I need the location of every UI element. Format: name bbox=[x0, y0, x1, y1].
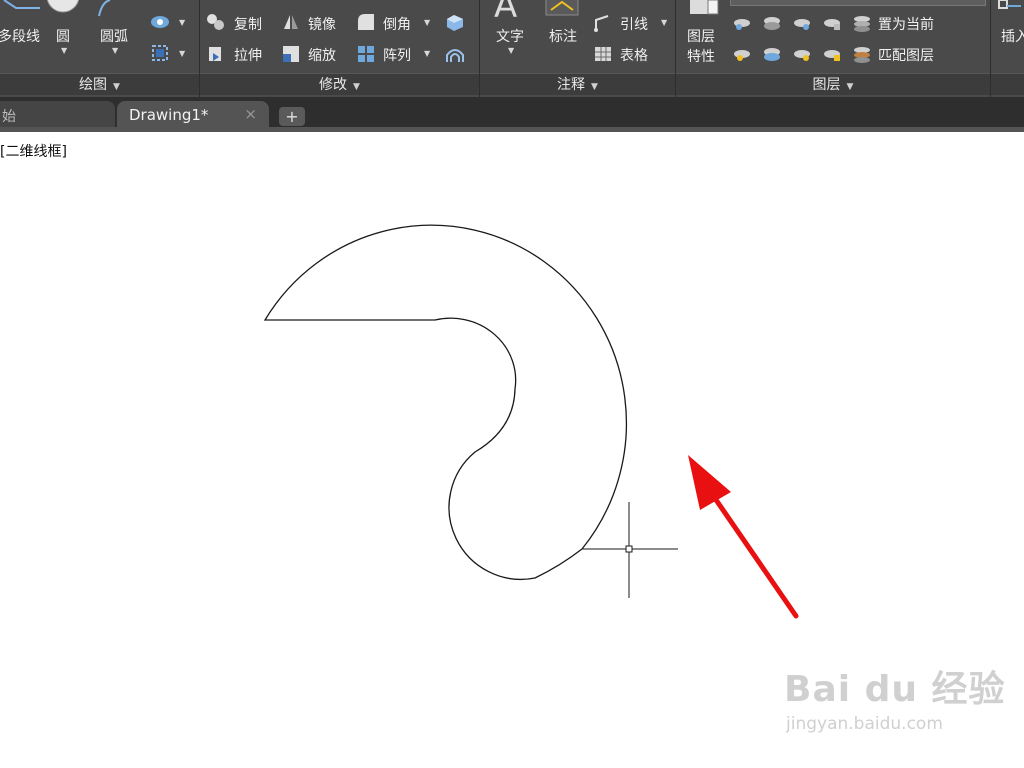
region-icon[interactable] bbox=[150, 43, 172, 63]
ribbon: 多段线 圆 ▼ 圆弧 ▼ ▼ ▼ 绘图 ▼ 复制 镜像 倒角 ▼ 拉伸 缩放 阵… bbox=[0, 0, 1024, 97]
insert-block-icon bbox=[998, 0, 1021, 9]
new-tab-button[interactable]: + bbox=[279, 107, 305, 126]
set-current-icon bbox=[854, 16, 870, 32]
draw-panel: 多段线 圆 ▼ 圆弧 ▼ ▼ ▼ 绘图 ▼ bbox=[0, 0, 200, 97]
array-dropdown-icon[interactable]: ▼ bbox=[424, 49, 430, 58]
baidu-watermark: Bai du 经验 jingyan.baidu.com bbox=[784, 660, 1006, 734]
scale-button[interactable]: 缩放 bbox=[308, 45, 336, 65]
layer-freeze-icon[interactable] bbox=[792, 13, 814, 33]
text-dropdown-icon[interactable]: ▼ bbox=[508, 46, 514, 55]
layer-dropdown[interactable] bbox=[730, 0, 986, 6]
layer-off-icon[interactable] bbox=[732, 13, 754, 33]
layer-isolate-icon[interactable] bbox=[762, 13, 784, 33]
match-layer-icon bbox=[854, 47, 870, 63]
draw-panel-expand-icon: ▼ bbox=[113, 82, 120, 92]
layer-properties-icon bbox=[690, 0, 719, 15]
fillet-button[interactable]: 倒角 bbox=[383, 14, 411, 34]
crosshair-cursor bbox=[582, 502, 678, 598]
annotate-panel-expand-icon: ▼ bbox=[591, 82, 598, 92]
draw-panel-title[interactable]: 绘图 ▼ bbox=[0, 73, 199, 95]
block-panel-title bbox=[991, 73, 1024, 95]
layers-panel-title[interactable]: 图层 ▼ bbox=[676, 73, 990, 95]
leader-icon bbox=[594, 15, 609, 32]
layers-panel: 图层 特性 置为当前 匹配图层 图层 ▼ bbox=[676, 0, 991, 97]
region-dropdown-icon[interactable]: ▼ bbox=[179, 49, 185, 58]
modify-panel-title[interactable]: 修改 ▼ bbox=[200, 73, 479, 95]
annotation-arrow bbox=[688, 455, 799, 619]
array-icon bbox=[358, 46, 374, 62]
drawn-shape[interactable] bbox=[263, 224, 628, 581]
table-button[interactable]: 表格 bbox=[620, 45, 648, 65]
arc-dropdown-icon[interactable]: ▼ bbox=[112, 46, 118, 55]
leader-button[interactable]: 引线 bbox=[620, 14, 648, 34]
layer-unisolate-icon[interactable] bbox=[762, 44, 784, 64]
scale-icon bbox=[283, 46, 299, 62]
watermark-logo-text: Bai du 经验 bbox=[784, 669, 1006, 710]
solid-icon[interactable] bbox=[444, 11, 466, 33]
insert-button[interactable]: 插入 bbox=[1001, 26, 1024, 46]
copy-icon bbox=[207, 14, 224, 30]
mirror-icon bbox=[284, 15, 298, 29]
circle-button[interactable]: 圆 bbox=[56, 26, 70, 46]
offset-icon[interactable] bbox=[444, 43, 466, 65]
layer-properties-button[interactable]: 图层 bbox=[687, 26, 715, 46]
polyline-icon bbox=[3, 0, 40, 9]
mirror-button[interactable]: 镜像 bbox=[308, 14, 336, 34]
layer-unlock-icon[interactable] bbox=[822, 44, 844, 64]
annotate-panel-title[interactable]: 注释 ▼ bbox=[480, 73, 675, 95]
layers-panel-expand-icon: ▼ bbox=[846, 82, 854, 92]
close-tab-icon[interactable]: × bbox=[244, 105, 257, 123]
stretch-icon bbox=[209, 47, 221, 61]
text-icon: A bbox=[494, 0, 518, 26]
tab-start[interactable]: 始 bbox=[0, 101, 115, 129]
block-panel: 插入 bbox=[991, 0, 1024, 97]
set-current-button[interactable]: 置为当前 bbox=[878, 14, 934, 34]
layer-lock-icon[interactable] bbox=[822, 13, 844, 33]
circle-dropdown-icon[interactable]: ▼ bbox=[61, 46, 67, 55]
polyline-button[interactable]: 多段线 bbox=[0, 26, 40, 46]
modify-panel: 复制 镜像 倒角 ▼ 拉伸 缩放 阵列 ▼ 修改 ▼ bbox=[200, 0, 480, 97]
modify-panel-expand-icon: ▼ bbox=[353, 82, 360, 92]
leader-dropdown-icon[interactable]: ▼ bbox=[661, 18, 667, 27]
file-tab-bar: 始 Drawing1* × bbox=[0, 97, 1024, 131]
array-button[interactable]: 阵列 bbox=[383, 45, 411, 65]
circle-icon bbox=[46, 0, 80, 13]
watermark-url: jingyan.baidu.com bbox=[786, 714, 943, 734]
copy-button[interactable]: 复制 bbox=[234, 14, 262, 34]
layer-thaw-icon[interactable] bbox=[792, 44, 814, 64]
dimension-button[interactable]: 标注 bbox=[549, 26, 577, 46]
arc-icon bbox=[98, 0, 111, 17]
hatch-dropdown-icon[interactable]: ▼ bbox=[179, 18, 185, 27]
tab-drawing1[interactable]: Drawing1* × bbox=[117, 101, 269, 129]
annotate-panel: A 文字 ▼ 标注 引线 ▼ 表格 注释 ▼ bbox=[480, 0, 676, 97]
hatch-icon[interactable] bbox=[150, 14, 172, 30]
tab-drawing1-label: Drawing1* bbox=[129, 106, 209, 124]
text-button[interactable]: 文字 bbox=[496, 26, 524, 46]
fillet-icon bbox=[358, 14, 374, 30]
fillet-dropdown-icon[interactable]: ▼ bbox=[424, 18, 430, 27]
dimension-icon bbox=[545, 0, 579, 16]
layer-properties-label-2: 特性 bbox=[687, 49, 715, 65]
match-layer-button[interactable]: 匹配图层 bbox=[878, 45, 934, 65]
arc-button[interactable]: 圆弧 bbox=[100, 26, 128, 46]
stretch-button[interactable]: 拉伸 bbox=[234, 45, 262, 65]
table-icon bbox=[595, 47, 611, 61]
layer-on-icon[interactable] bbox=[732, 44, 754, 64]
